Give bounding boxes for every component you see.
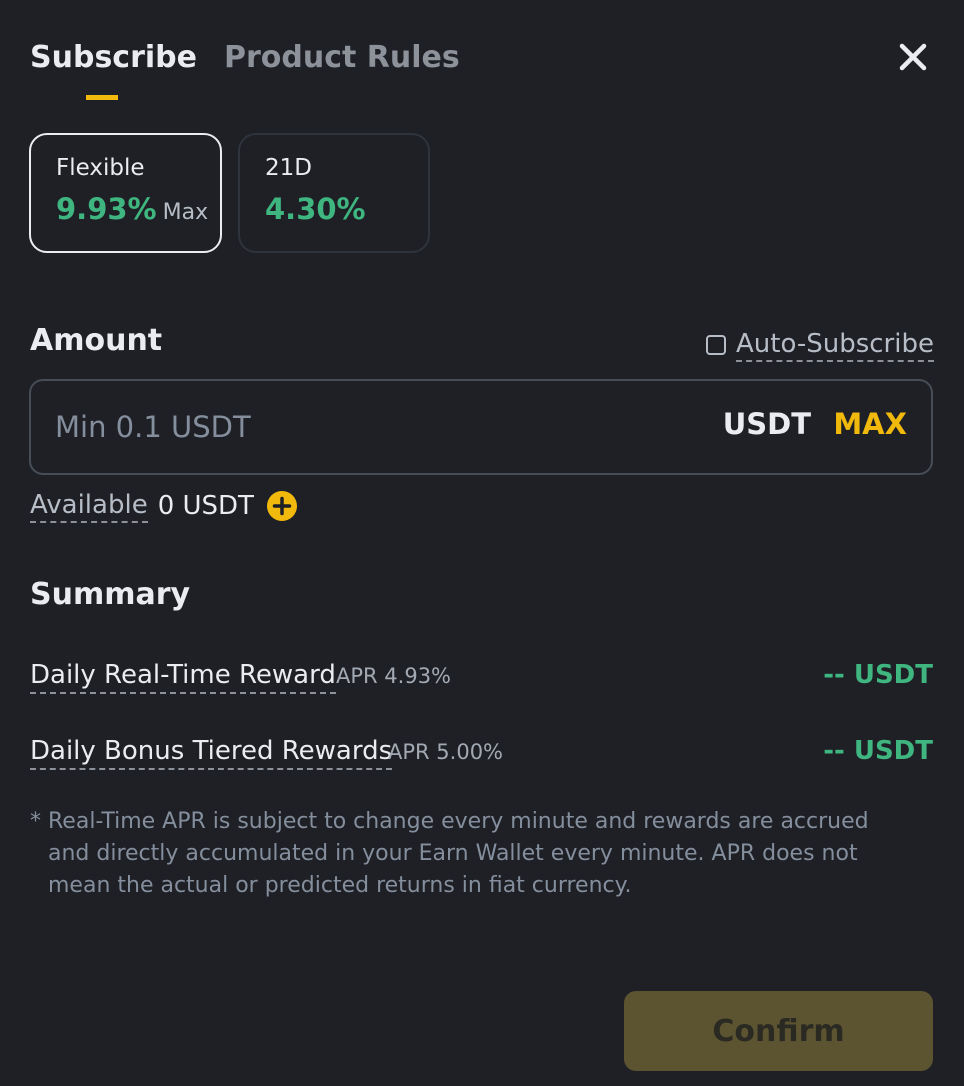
tab-product-rules[interactable]: Product Rules: [224, 38, 460, 78]
available-value: 0 USDT: [157, 491, 254, 521]
summary-row: Daily Real-Time Reward APR 4.93% -- USDT: [30, 658, 933, 698]
max-button[interactable]: MAX: [833, 407, 907, 441]
summary-apr: APR 4.93%: [336, 664, 452, 688]
disclaimer-text: Real-Time APR is subject to change every…: [48, 809, 869, 898]
product-card-rate: 4.30%: [265, 192, 366, 226]
confirm-button[interactable]: Confirm: [624, 991, 933, 1071]
summary-title: Summary: [30, 577, 191, 612]
product-card-flexible[interactable]: Flexible 9.93% Max: [29, 133, 222, 253]
amount-unit: USDT: [722, 407, 811, 441]
summary-value: -- USDT: [823, 736, 933, 766]
available-label: Available: [30, 489, 148, 523]
amount-title: Amount: [30, 323, 163, 358]
apr-disclaimer: * Real-Time APR is subject to change eve…: [30, 806, 910, 902]
summary-label[interactable]: Daily Bonus Tiered Rewards: [30, 734, 393, 770]
available-balance: Available 0 USDT: [30, 486, 297, 526]
product-card-rate-row: 9.93% Max: [56, 192, 208, 226]
close-icon: [899, 43, 927, 71]
tab-subscribe[interactable]: Subscribe: [30, 38, 197, 78]
amount-field[interactable]: USDT MAX: [29, 379, 933, 475]
active-tab-indicator: [86, 95, 118, 100]
product-card-rate-row: 4.30%: [265, 192, 366, 226]
amount-input[interactable]: [55, 405, 655, 449]
product-card-label: 21D: [265, 155, 312, 181]
auto-subscribe-toggle[interactable]: Auto-Subscribe: [706, 327, 934, 363]
product-card-21d[interactable]: 21D 4.30%: [238, 133, 430, 253]
close-button[interactable]: [896, 40, 930, 74]
summary-apr: APR 5.00%: [388, 740, 504, 764]
product-card-rate-suffix: Max: [162, 200, 209, 225]
plus-circle-icon[interactable]: [266, 491, 297, 521]
auto-subscribe-checkbox[interactable]: [706, 335, 726, 355]
product-card-label: Flexible: [56, 155, 145, 181]
summary-label[interactable]: Daily Real-Time Reward: [30, 658, 336, 694]
summary-value: -- USDT: [823, 660, 933, 690]
summary-row: Daily Bonus Tiered Rewards APR 5.00% -- …: [30, 734, 933, 774]
product-card-rate: 9.93%: [56, 192, 157, 226]
auto-subscribe-label[interactable]: Auto-Subscribe: [736, 328, 934, 362]
disclaimer-marker: *: [30, 809, 41, 834]
